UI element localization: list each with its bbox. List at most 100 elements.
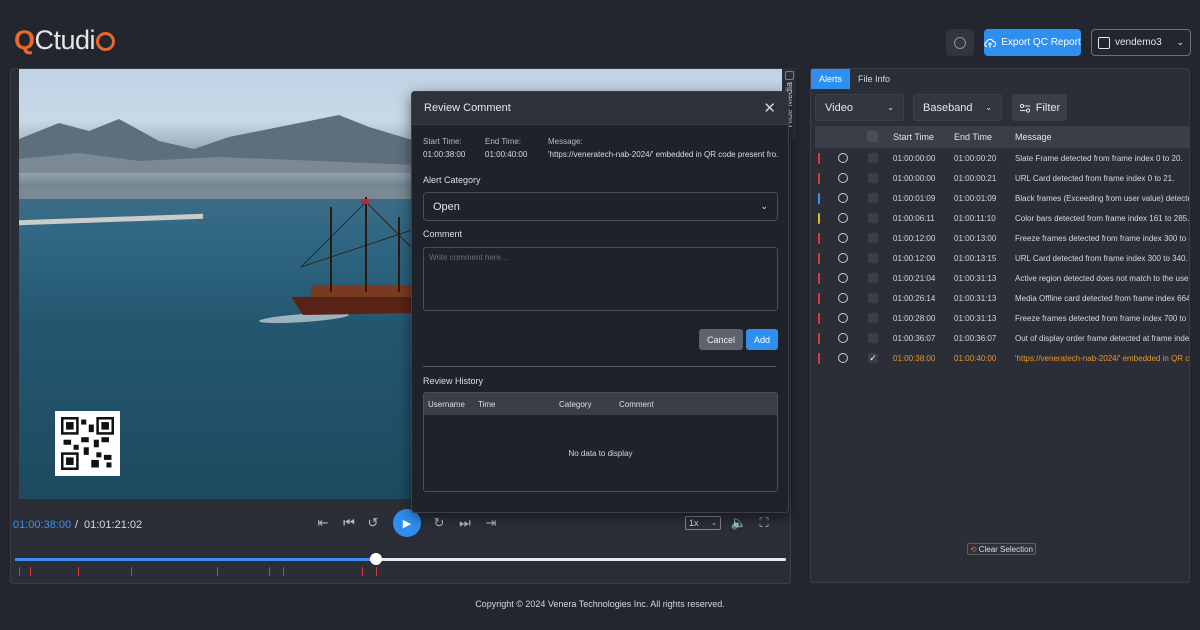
alert-marker[interactable] — [217, 567, 218, 576]
comments-button[interactable] — [946, 29, 974, 56]
severity-indicator — [818, 253, 820, 264]
row-checkbox[interactable] — [868, 333, 878, 343]
comment-icon[interactable] — [838, 153, 848, 163]
step-forward-icon: ⏭ — [459, 515, 471, 530]
comment-icon[interactable] — [838, 353, 848, 363]
table-row[interactable]: 01:00:01:09 01:00:01:09 Black frames (Exce… — [815, 188, 1189, 208]
row-checkbox[interactable] — [868, 233, 878, 243]
table-row[interactable]: 01:00:26:14 01:00:31:13 Media Offline card… — [815, 288, 1189, 308]
comment-icon[interactable] — [838, 313, 848, 323]
history-header: Username Time Category Comment — [424, 393, 777, 415]
timeline-thumb[interactable] — [369, 553, 382, 565]
comment-icon[interactable] — [838, 333, 848, 343]
volume-button[interactable]: 🔈 — [731, 515, 747, 531]
col-comment: Comment — [619, 400, 654, 409]
fullscreen-button[interactable]: ⛶ — [756, 515, 772, 531]
tab-alerts[interactable]: Alerts — [811, 69, 851, 89]
table-row[interactable]: 01:00:00:00 01:00:00:20 Slate Frame detect… — [815, 148, 1189, 168]
alert-marker[interactable] — [269, 567, 271, 576]
table-row[interactable]: 01:00:12:00 01:00:13:00 Freeze frames dete… — [815, 228, 1190, 248]
total-time: 01:01:21:02 — [84, 519, 143, 531]
comment-icon[interactable] — [838, 293, 848, 303]
prev-frame-button[interactable]: ⏮ — [341, 515, 357, 531]
next-frame-button[interactable]: ⏭ — [457, 515, 473, 531]
row-checkbox[interactable] — [868, 253, 878, 263]
play-icon: ▶ — [402, 517, 412, 530]
alert-marker[interactable] — [375, 567, 377, 576]
user-select[interactable]: vendemo3 ⌄ — [1091, 29, 1191, 56]
comment-icon[interactable] — [838, 233, 848, 243]
alert-marker[interactable] — [30, 567, 32, 576]
row-checkbox[interactable]: ✓ — [868, 353, 878, 363]
table-row[interactable]: 01:00:06:11 01:00:11:10 Color bars detecte… — [815, 208, 1189, 228]
table-row[interactable]: 01:00:00:00 01:00:00:21 URL Card detected … — [815, 168, 1189, 188]
sliders-icon — [1019, 103, 1030, 113]
alert-marker[interactable] — [18, 567, 20, 576]
row-checkbox[interactable] — [868, 193, 878, 203]
table-row[interactable]: 01:00:12:00 01:00:13:15 URL Card detected … — [815, 248, 1189, 268]
forward-button[interactable]: ↻ — [431, 515, 447, 531]
comment-icon[interactable] — [838, 173, 848, 183]
comment-input[interactable] — [423, 247, 778, 311]
row-end-time: 01:00:11:10 — [954, 214, 996, 223]
play-button[interactable]: ▶ — [393, 509, 421, 537]
table-row[interactable]: 01:00:21:04 01:00:31:13 Active region dete… — [815, 268, 1190, 288]
playback-speed-select[interactable]: 1x ⌄ — [685, 516, 721, 530]
filter-button[interactable]: Filter — [1012, 94, 1067, 121]
table-row[interactable]: 01:00:36:07 01:00:36:07 Out of display ord… — [815, 328, 1189, 348]
row-message: Active region detected does not match to… — [1015, 274, 1190, 283]
alerts-panel: Alerts File Info Video ⌄ Baseband ⌄ Filt… — [810, 68, 1190, 583]
table-row[interactable]: ✓ 01:00:38:00 01:00:40:00 'https://venerate… — [815, 348, 1189, 368]
alert-marker[interactable] — [78, 567, 80, 576]
row-checkbox[interactable] — [868, 213, 878, 223]
baseband-filter-select[interactable]: Baseband ⌄ — [913, 94, 1002, 121]
prev-alert-button[interactable]: ⇤ — [315, 515, 331, 531]
row-checkbox[interactable] — [868, 313, 878, 323]
comment-icon[interactable] — [838, 193, 848, 203]
row-checkbox[interactable] — [868, 173, 878, 183]
col-message[interactable]: Message — [1015, 132, 1052, 142]
rotate-right-icon: ↻ — [433, 515, 445, 530]
row-checkbox[interactable] — [868, 293, 878, 303]
row-checkbox[interactable] — [868, 273, 878, 283]
video-filter-select[interactable]: Video ⌄ — [815, 94, 904, 121]
alert-marker[interactable] — [361, 567, 363, 576]
severity-indicator — [818, 313, 820, 324]
comment-icon[interactable] — [838, 253, 848, 263]
rewind-button[interactable]: ↺ — [365, 515, 381, 531]
export-qc-report-button[interactable]: Export QC Report — [984, 29, 1081, 56]
add-button[interactable]: Add — [746, 329, 778, 350]
clear-selection-label: Clear Selection — [978, 544, 1033, 554]
col-start-time[interactable]: Start Time — [893, 132, 934, 142]
pirate-ship — [291, 197, 422, 315]
end-time-label: End Time: — [485, 137, 522, 146]
next-alert-button[interactable]: ⇥ — [483, 515, 499, 531]
alert-marker[interactable] — [283, 567, 285, 576]
col-username: Username — [428, 400, 465, 409]
cancel-button[interactable]: Cancel — [699, 329, 743, 350]
alert-category-select[interactable]: Open ⌄ — [423, 192, 778, 221]
panel-tabs: Alerts File Info — [811, 69, 898, 89]
timeline-track[interactable] — [15, 558, 786, 561]
table-row[interactable]: 01:00:28:00 01:00:31:13 Freeze frames dete… — [815, 308, 1189, 328]
clear-selection-button[interactable]: ⟲ Clear Selection — [967, 543, 1036, 555]
app-logo: Q Ctudi — [14, 24, 116, 56]
current-time: 01:00:38:00 — [13, 519, 72, 531]
close-icon[interactable]: ✕ — [763, 99, 776, 117]
severity-indicator — [818, 333, 820, 344]
speed-value: 1x — [689, 518, 699, 528]
comment-icon[interactable] — [838, 273, 848, 283]
alert-marker[interactable] — [130, 567, 132, 576]
severity-indicator — [818, 193, 820, 204]
logo-q: Q — [14, 24, 35, 55]
row-start-time: 01:00:12:00 — [893, 254, 936, 263]
chevron-down-icon: ⌄ — [760, 201, 768, 211]
row-message: Freeze frames detected from frame index … — [1015, 234, 1190, 243]
comment-icon[interactable] — [838, 213, 848, 223]
select-all-checkbox[interactable] — [867, 131, 878, 142]
col-time: Time — [478, 400, 496, 409]
row-checkbox[interactable] — [868, 153, 878, 163]
tab-file-info[interactable]: File Info — [850, 69, 898, 89]
filter-label: Filter — [1035, 101, 1061, 114]
col-end-time[interactable]: End Time — [954, 132, 992, 142]
